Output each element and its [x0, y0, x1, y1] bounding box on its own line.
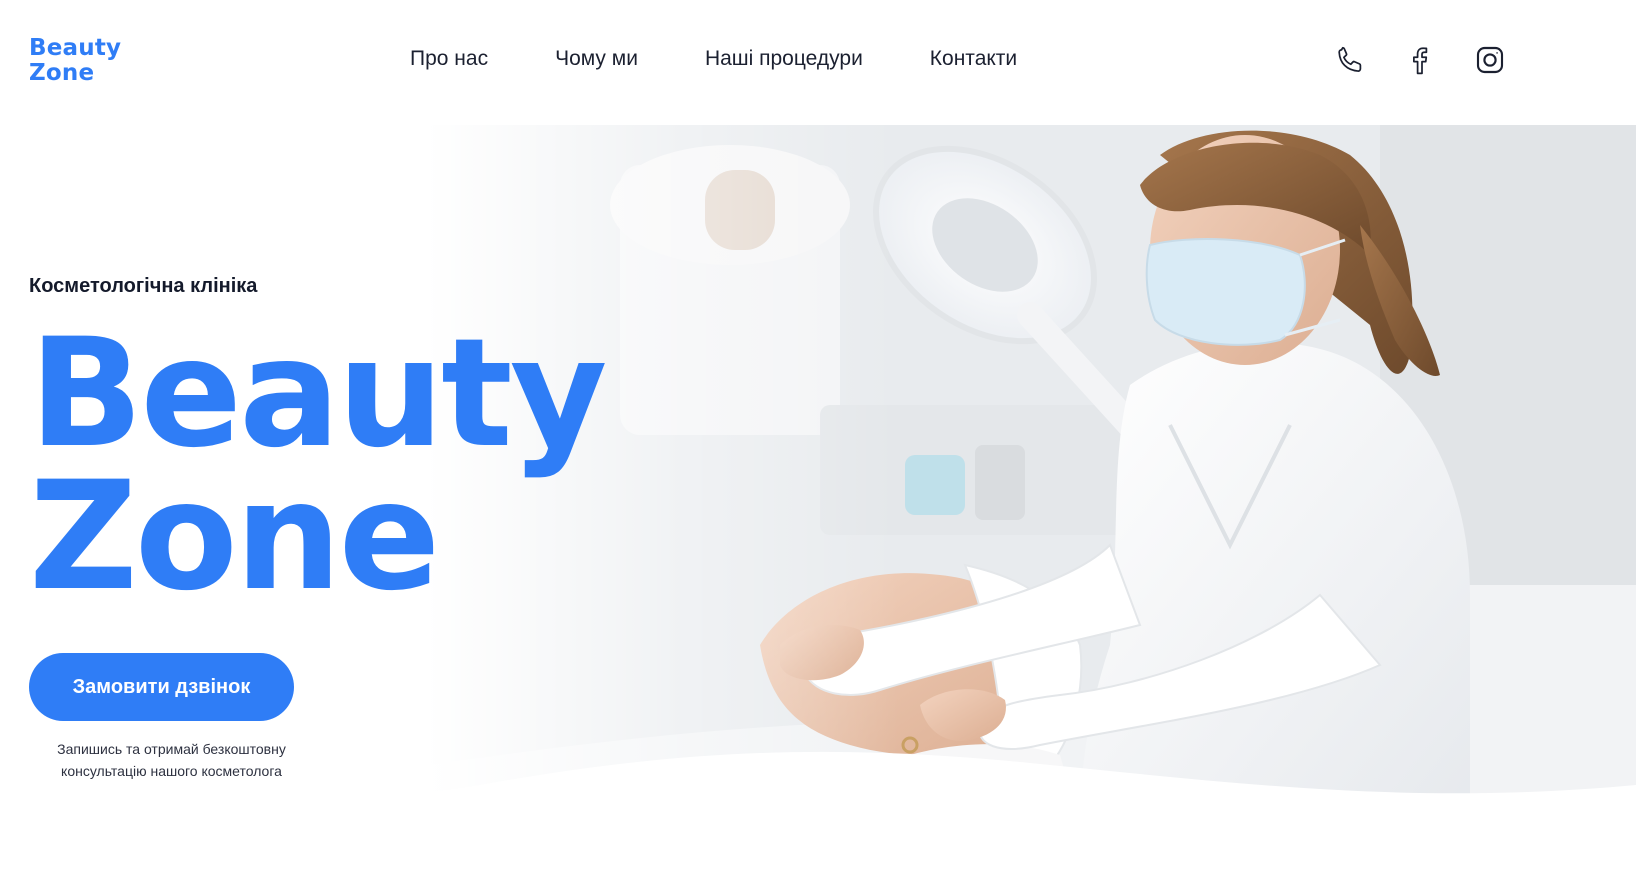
- hero-title-line-1: Beauty: [29, 307, 608, 481]
- logo-line-1: Beauty: [29, 35, 122, 61]
- hero-note: Запишись та отримай безкоштовну консульт…: [29, 738, 314, 782]
- instagram-icon[interactable]: [1470, 40, 1510, 80]
- hero-eyebrow: Косметологічна клініка: [29, 275, 258, 297]
- hero-section: Косметологічна клініка Beauty Zone Замов…: [0, 125, 1636, 875]
- hero-note-line-2: консультацію нашого косметолога: [61, 763, 282, 779]
- phone-icon[interactable]: [1330, 40, 1370, 80]
- facebook-icon[interactable]: [1400, 40, 1440, 80]
- nav-item-why-us[interactable]: Чому ми: [555, 46, 638, 72]
- logo-line-2: Zone: [29, 60, 95, 86]
- hero-title-line-2: Zone: [29, 450, 440, 624]
- nav-item-about[interactable]: Про нас: [410, 46, 488, 72]
- order-call-button[interactable]: Замовити дзвінок: [29, 653, 294, 721]
- hero-title: Beauty Zone: [29, 307, 608, 624]
- nav-item-contacts[interactable]: Контакти: [930, 46, 1017, 72]
- hero-note-line-1: Запишись та отримай безкоштовну: [57, 741, 286, 757]
- logo[interactable]: Beauty Zone: [29, 36, 121, 86]
- site-header: Beauty Zone Про нас Чому ми Наші процеду…: [0, 0, 1636, 125]
- social-links: [1330, 40, 1510, 80]
- main-nav: Про нас Чому ми Наші процедури Контакти: [410, 46, 1017, 72]
- nav-item-procedures[interactable]: Наші процедури: [705, 46, 863, 72]
- hero-content: Косметологічна клініка Beauty Zone Замов…: [29, 125, 669, 875]
